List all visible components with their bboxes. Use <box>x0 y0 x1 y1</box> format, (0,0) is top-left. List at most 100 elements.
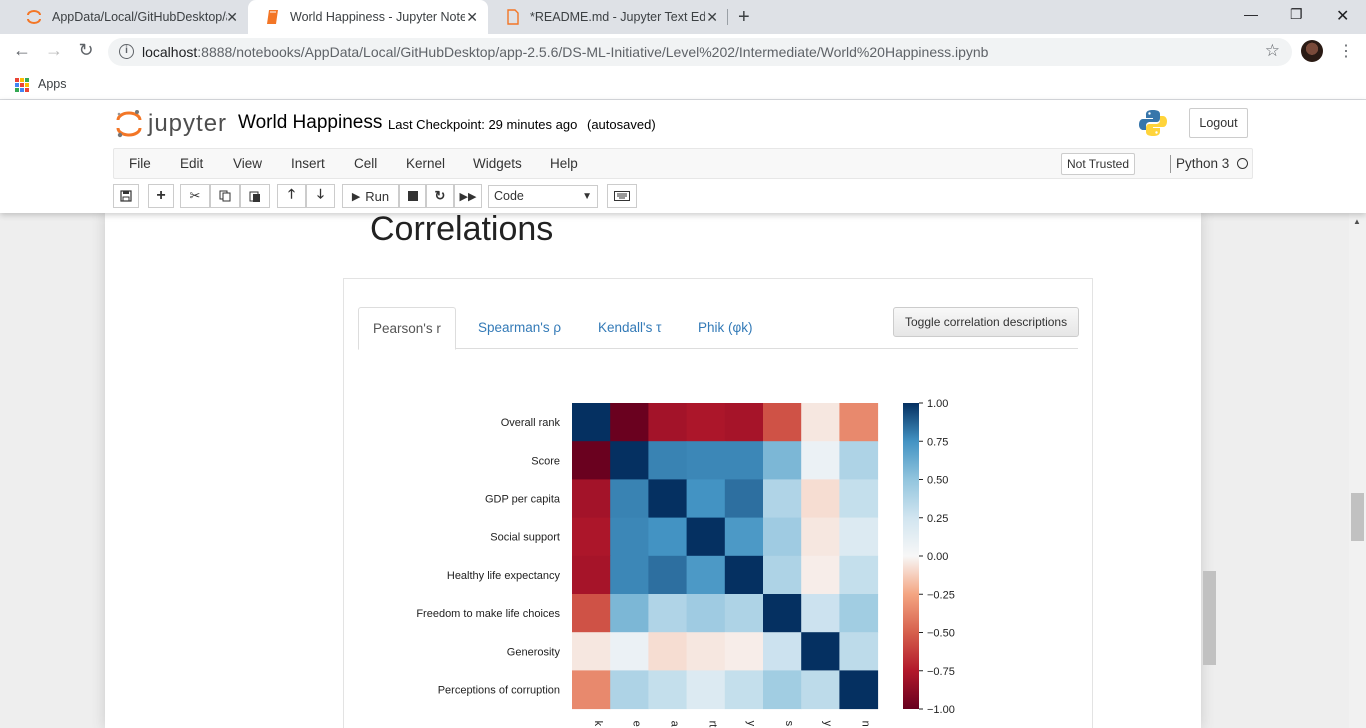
minimize-icon[interactable]: — <box>1244 6 1258 22</box>
run-button[interactable]: ▶ Run <box>342 184 399 208</box>
autosave-status: (autosaved) <box>587 117 656 132</box>
notebook-title[interactable]: World Happiness <box>238 112 382 134</box>
scissors-icon: ✂ <box>189 188 201 203</box>
stop-icon <box>407 191 418 201</box>
heatmap-cell <box>839 594 879 633</box>
heatmap-cell <box>610 555 649 595</box>
close-icon[interactable]: ✕ <box>466 9 478 26</box>
info-icon[interactable]: i <box>119 44 134 59</box>
heatmap-cell <box>763 403 802 442</box>
x-tick-label: n <box>860 721 872 727</box>
menu-view[interactable]: View <box>233 156 262 171</box>
checkpoint-status: Last Checkpoint: 29 minutes ago <box>388 117 578 132</box>
menu-kernel[interactable]: Kernel <box>406 156 445 171</box>
browser-tab-title: *README.md - Jupyter Text Edito <box>530 10 705 24</box>
restore-icon[interactable]: ❐ <box>1290 6 1303 23</box>
close-icon[interactable]: ✕ <box>706 9 718 26</box>
close-icon[interactable]: ✕ <box>226 9 238 26</box>
avatar[interactable] <box>1301 40 1323 62</box>
heatmap-cell <box>724 632 764 671</box>
heatmap-cell <box>724 670 764 710</box>
heatmap-cell <box>648 632 688 671</box>
y-tick-label: Healthy life expectancy <box>447 570 561 582</box>
apps-grid-icon[interactable] <box>15 78 29 92</box>
menu-file[interactable]: File <box>129 156 151 171</box>
heatmap-cell <box>801 670 840 710</box>
heatmap-cell <box>572 555 611 595</box>
y-tick-label: Freedom to make life choices <box>416 608 560 620</box>
kernel-name[interactable]: Python 3 <box>1176 156 1229 171</box>
heatmap-cell <box>610 517 649 557</box>
heatmap-cell <box>686 403 726 442</box>
play-icon: ▶ <box>351 190 361 203</box>
browser-tab-3[interactable]: *README.md - Jupyter Text Edito ✕ <box>488 0 728 34</box>
paste-button[interactable] <box>240 184 270 208</box>
heatmap-cell <box>763 670 802 710</box>
address-bar: ← → ↻ i localhost:8888/notebooks/AppData… <box>0 34 1366 70</box>
save-button[interactable] <box>113 184 139 208</box>
cut-button[interactable]: ✂ <box>180 184 210 208</box>
heatmap-cell <box>839 555 879 595</box>
jupyter-logo[interactable]: jupyter <box>116 109 227 139</box>
heatmap-cell <box>839 632 879 671</box>
heatmap-cell <box>610 670 649 710</box>
command-palette-button[interactable] <box>607 184 637 208</box>
copy-button[interactable] <box>210 184 240 208</box>
heatmap-cell <box>763 479 802 519</box>
bookmark-star-icon[interactable]: ☆ <box>1265 41 1280 61</box>
y-tick-label: Perceptions of corruption <box>438 685 560 697</box>
back-icon[interactable]: ← <box>10 40 34 61</box>
insert-cell-button[interactable]: + <box>148 184 174 208</box>
url-text: localhost:8888/notebooks/AppData/Local/G… <box>142 44 989 60</box>
heatmap-cell <box>648 670 688 710</box>
apps-bookmark[interactable]: Apps <box>38 77 67 91</box>
x-tick-label: s <box>783 721 795 727</box>
heatmap-cell <box>686 479 726 519</box>
heatmap-cell <box>648 403 688 442</box>
move-down-button[interactable]: 🡓 <box>306 184 335 208</box>
heatmap-cell <box>610 441 649 480</box>
notebook-scrollbar-thumb[interactable] <box>1203 571 1216 665</box>
logout-button[interactable]: Logout <box>1189 108 1248 138</box>
menu-edit[interactable]: Edit <box>180 156 203 171</box>
run-label: Run <box>365 188 390 204</box>
colorbar-tick-label: −0.50 <box>927 628 955 640</box>
y-tick-label: Score <box>531 455 560 467</box>
trust-status-button[interactable]: Not Trusted <box>1061 153 1136 175</box>
browser-tab-1[interactable]: AppData/Local/GitHubDesktop/a ✕ <box>8 0 248 34</box>
browser-tab-2[interactable]: World Happiness - Jupyter Noteb ✕ <box>248 0 488 34</box>
browser-tab-title: World Happiness - Jupyter Noteb <box>290 10 465 24</box>
heatmap-cell <box>763 517 802 557</box>
browser-tab-strip: AppData/Local/GitHubDesktop/a ✕ World Ha… <box>0 0 1366 34</box>
plus-icon: + <box>156 187 166 204</box>
x-tick-label: rt <box>707 721 719 728</box>
more-options-icon[interactable]: ⋮ <box>1338 41 1354 61</box>
file-icon <box>507 9 519 25</box>
interrupt-button[interactable] <box>399 184 426 208</box>
close-window-icon[interactable]: ✕ <box>1336 6 1349 26</box>
heatmap-cell <box>686 632 726 671</box>
x-tick-label: a <box>669 721 681 728</box>
menu-cell[interactable]: Cell <box>354 156 377 171</box>
y-tick-label: GDP per capita <box>485 494 561 506</box>
heatmap-cell <box>724 479 764 519</box>
page-scrollbar[interactable]: ▲ <box>1349 213 1366 728</box>
new-tab-icon[interactable]: + <box>738 6 750 29</box>
page-scrollbar-thumb[interactable] <box>1351 493 1364 541</box>
restart-icon: ↻ <box>434 188 446 203</box>
heatmap-cell <box>610 632 649 671</box>
move-up-button[interactable]: 🡑 <box>277 184 306 208</box>
heatmap-cell <box>572 517 611 557</box>
restart-button[interactable]: ↻ <box>426 184 454 208</box>
scroll-up-icon[interactable]: ▲ <box>1353 217 1361 226</box>
forward-icon[interactable]: → <box>42 40 66 61</box>
browser-tab-title: AppData/Local/GitHubDesktop/a <box>52 10 227 24</box>
reload-icon[interactable]: ↻ <box>74 40 98 61</box>
cell-type-select[interactable]: Code ▼ <box>488 185 598 208</box>
menu-insert[interactable]: Insert <box>291 156 325 171</box>
menu-help[interactable]: Help <box>550 156 578 171</box>
menu-widgets[interactable]: Widgets <box>473 156 522 171</box>
url-input[interactable]: i localhost:8888/notebooks/AppData/Local… <box>108 38 1292 66</box>
run-all-button[interactable]: ▶▶ <box>454 184 482 208</box>
heatmap-cell <box>724 403 764 442</box>
